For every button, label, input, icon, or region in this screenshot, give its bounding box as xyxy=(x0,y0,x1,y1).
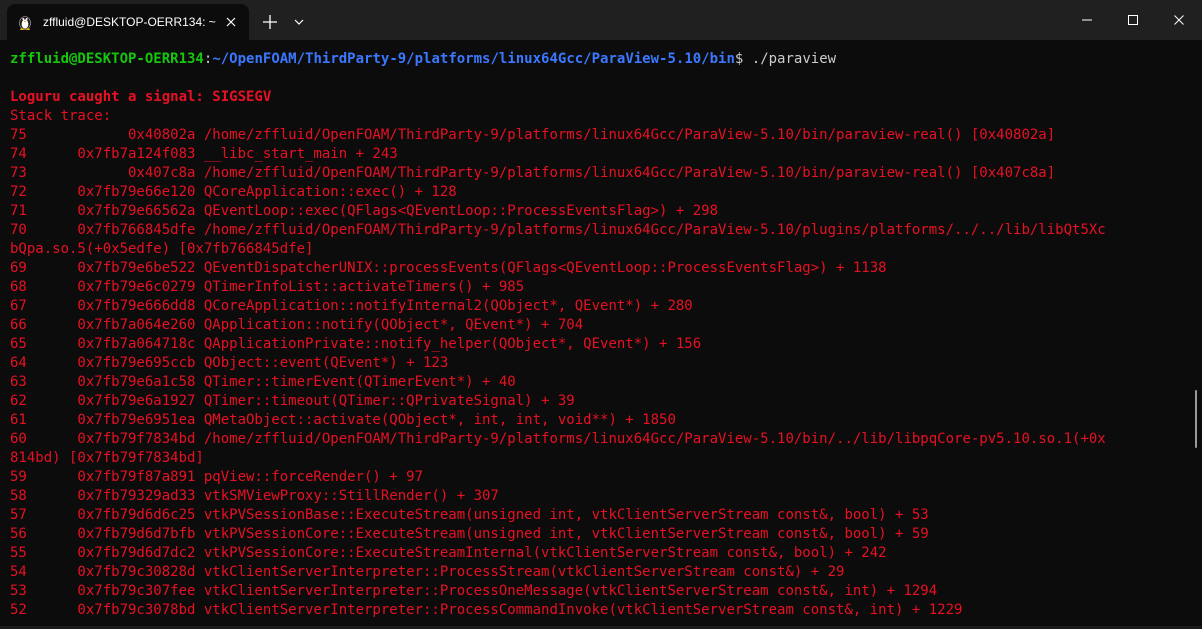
stack-trace-line: 57 0x7fb79d6d6c25 vtkPVSessionBase::Exec… xyxy=(10,507,929,523)
plus-icon[interactable] xyxy=(258,10,282,34)
maximize-icon[interactable] xyxy=(1110,0,1156,40)
stack-trace-line: 69 0x7fb79e6be522 QEventDispatcherUNIX::… xyxy=(10,260,887,276)
stack-trace-line: 63 0x7fb79e6a1c58 QTimer::timerEvent(QTi… xyxy=(10,374,516,390)
stack-trace-output: Loguru caught a signal: SIGSEGV Stack tr… xyxy=(10,88,1190,620)
stack-trace-header: Stack trace: xyxy=(10,108,112,124)
prompt-path: ~/OpenFOAM/ThirdParty-9/platforms/linux6… xyxy=(212,51,735,67)
stack-trace-line: 70 0x7fb766845dfe /home/zffluid/OpenFOAM… xyxy=(10,222,1106,238)
stack-trace-line: 60 0x7fb79f7834bd /home/zffluid/OpenFOAM… xyxy=(10,431,1106,447)
stack-trace-line: 56 0x7fb79d6d7bfb vtkPVSessionCore::Exec… xyxy=(10,526,929,542)
stack-trace-line: 68 0x7fb79e6c0279 QTimerInfoList::activa… xyxy=(10,279,525,295)
stack-trace-line: 58 0x7fb79329ad33 vtkSMViewProxy::StillR… xyxy=(10,488,499,504)
stack-trace-line: 74 0x7fb7a124f083 __libc_start_main + 24… xyxy=(10,146,398,162)
signal-message: Loguru caught a signal: SIGSEGV xyxy=(10,89,272,105)
terminal-tab[interactable]: zffluid@DESKTOP-OERR134: ~ xyxy=(7,4,249,40)
stack-trace-line: 67 0x7fb79e666dd8 QCoreApplication::noti… xyxy=(10,298,693,314)
stack-trace-line: 73 0x407c8a /home/zffluid/OpenFOAM/Third… xyxy=(10,165,1056,181)
stack-trace-line: 61 0x7fb79e6951ea QMetaObject::activate(… xyxy=(10,412,676,428)
stack-trace-line: 65 0x7fb7a064718c QApplicationPrivate::n… xyxy=(10,336,702,352)
stack-trace-line: 72 0x7fb79e66e120 QCoreApplication::exec… xyxy=(10,184,457,200)
stack-trace-line: 53 0x7fb79c307fee vtkClientServerInterpr… xyxy=(10,583,938,599)
stack-trace-line: 55 0x7fb79d6d7dc2 vtkPVSessionCore::Exec… xyxy=(10,545,887,561)
terminal-output-area[interactable]: zffluid@DESKTOP-OERR134:~/OpenFOAM/Third… xyxy=(0,40,1202,629)
stack-trace-line: 59 0x7fb79f87a891 pqView::forceRender() … xyxy=(10,469,424,485)
close-icon[interactable] xyxy=(1156,0,1202,40)
shell-prompt: zffluid@DESKTOP-OERR134:~/OpenFOAM/Third… xyxy=(10,50,836,69)
stack-trace-line: 66 0x7fb7a064e260 QApplication::notify(Q… xyxy=(10,317,584,333)
stack-trace-line: 64 0x7fb79e695ccb QObject::event(QEvent*… xyxy=(10,355,449,371)
scrollbar-thumb[interactable] xyxy=(1195,390,1197,448)
stack-trace-line: 52 0x7fb79c3078bd vtkClientServerInterpr… xyxy=(10,602,963,618)
stack-trace-line: 54 0x7fb79c30828d vtkClientServerInterpr… xyxy=(10,564,845,580)
stack-trace-line: 75 0x40802a /home/zffluid/OpenFOAM/Third… xyxy=(10,127,1056,143)
minimize-icon[interactable] xyxy=(1064,0,1110,40)
prompt-user: zffluid@DESKTOP-OERR134 xyxy=(10,51,204,67)
stack-trace-line: bQpa.so.5(+0x5edfe) [0x7fb766845dfe] xyxy=(10,241,314,257)
tab-title: zffluid@DESKTOP-OERR134: ~ xyxy=(43,15,216,29)
title-bar: zffluid@DESKTOP-OERR134: ~ xyxy=(0,0,1202,40)
stack-trace-line: 62 0x7fb79e6a1927 QTimer::timeout(QTimer… xyxy=(10,393,575,409)
chevron-down-icon[interactable] xyxy=(289,12,309,32)
stack-trace-line: 814bd) [0x7fb79f7834bd] xyxy=(10,450,204,466)
prompt-command: $ ./paraview xyxy=(734,51,837,67)
close-icon[interactable] xyxy=(221,12,241,32)
stack-trace-line: 71 0x7fb79e66562a QEventLoop::exec(QFlag… xyxy=(10,203,719,219)
linux-penguin-icon xyxy=(17,14,33,30)
